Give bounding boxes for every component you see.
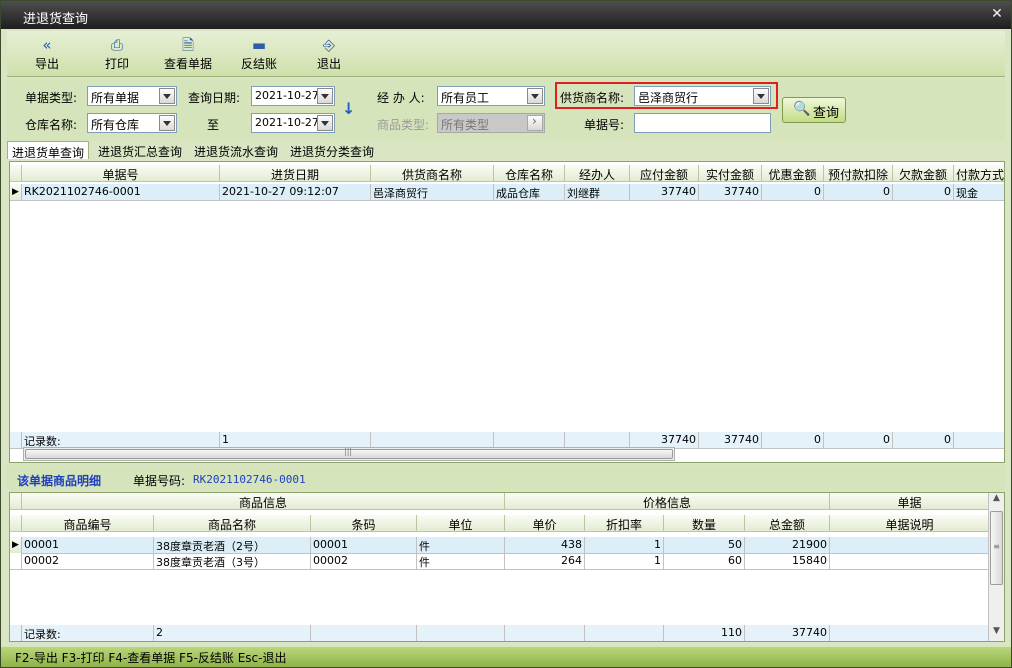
main-window: 进退货查询 ✕ « 导出 ⎙ 打印 🗎 查看单据 ▬ 反结账 ⎆ 退出 单据类型… xyxy=(0,0,1012,668)
col-header[interactable]: 应付金额 xyxy=(630,165,699,182)
row-indicator-header xyxy=(10,165,22,182)
reverse-settlement-button[interactable]: ▬ 反结账 xyxy=(229,35,289,75)
group-header: 单据 xyxy=(830,493,990,510)
supplier-label: 供货商名称: xyxy=(560,91,625,105)
col-header[interactable]: 商品编号 xyxy=(22,515,154,532)
col-header[interactable]: 条码 xyxy=(311,515,417,532)
detail-footer: 记录数: 2 110 37740 xyxy=(10,625,990,641)
minus-icon: ▬ xyxy=(251,36,267,54)
col-header[interactable]: 供货商名称 xyxy=(371,165,494,182)
scrollbar-thumb[interactable] xyxy=(25,447,673,459)
arrow-down-icon[interactable]: ↓ xyxy=(342,99,355,118)
supplier-select[interactable]: 邑泽商贸行 xyxy=(634,86,771,106)
current-row-icon: ▶ xyxy=(10,537,22,554)
chevron-down-icon[interactable] xyxy=(317,115,333,131)
detail-group-header: 商品信息 价格信息 单据 xyxy=(10,493,990,510)
filter-panel: 单据类型: 所有单据 仓库名称: 所有仓库 查询日期: 2021-10-27 至… xyxy=(7,79,1005,141)
col-header[interactable]: 付款方式 xyxy=(954,165,1004,182)
chevron-down-icon[interactable] xyxy=(753,88,769,104)
current-row-icon: ▶ xyxy=(10,184,22,201)
detail-code-value: RK2021102746-0001 xyxy=(193,473,306,486)
search-icon: 🔍 xyxy=(793,101,811,117)
group-header: 商品信息 xyxy=(22,493,505,510)
doc-type-select[interactable]: 所有单据 xyxy=(87,86,177,106)
window-title: 进退货查询 xyxy=(23,12,89,27)
chevron-down-icon[interactable] xyxy=(317,88,333,104)
to-label: 至 xyxy=(207,118,220,132)
col-header[interactable]: 单据说明 xyxy=(830,515,990,532)
col-header[interactable]: 数量 xyxy=(664,515,745,532)
warehouse-label: 仓库名称: xyxy=(25,118,78,132)
close-icon[interactable]: ✕ xyxy=(989,6,1005,22)
doc-type-label: 单据类型: xyxy=(25,91,78,105)
horizontal-scrollbar[interactable] xyxy=(23,447,675,461)
col-header[interactable]: 商品名称 xyxy=(154,515,311,532)
doc-table: 单据号 进货日期 供货商名称 仓库名称 经办人 应付金额 实付金额 优惠金额 预… xyxy=(9,161,1005,463)
table-row[interactable]: ▶ 00001 38度章贡老酒（2号） 00001 件 438 1 50 219… xyxy=(10,537,990,554)
chevron-right-icon xyxy=(527,114,543,131)
col-header[interactable]: 折扣率 xyxy=(585,515,664,532)
scroll-up-icon[interactable]: ▲ xyxy=(989,493,1004,508)
detail-title: 该单据商品明细 xyxy=(17,474,102,488)
printer-icon: ⎙ xyxy=(110,36,123,54)
view-document-button[interactable]: 🗎 查看单据 xyxy=(157,35,219,75)
toolbar: « 导出 ⎙ 打印 🗎 查看单据 ▬ 反结账 ⎆ 退出 xyxy=(7,31,1005,77)
chevron-down-icon[interactable] xyxy=(159,88,175,104)
col-header[interactable]: 预付款扣除 xyxy=(824,165,893,182)
product-type-select: 所有类型 xyxy=(437,113,545,133)
table-header: 单据号 进货日期 供货商名称 仓库名称 经办人 应付金额 实付金额 优惠金额 预… xyxy=(10,165,1004,182)
tab-bar: 进退货单查询 进退货汇总查询 进退货流水查询 进退货分类查询 xyxy=(7,141,1005,160)
scrollbar-thumb[interactable]: ≡ xyxy=(990,511,1003,585)
col-header[interactable]: 单据号 xyxy=(22,165,220,182)
doc-no-input[interactable] xyxy=(634,113,771,133)
col-header[interactable]: 欠款金额 xyxy=(893,165,954,182)
scroll-down-icon[interactable]: ▼ xyxy=(989,626,1004,641)
print-button[interactable]: ⎙ 打印 xyxy=(87,35,147,75)
tab-doc-query[interactable]: 进退货单查询 xyxy=(7,141,89,160)
col-header[interactable]: 优惠金额 xyxy=(762,165,824,182)
exit-button[interactable]: ⎆ 退出 xyxy=(299,35,359,75)
col-header[interactable]: 单位 xyxy=(417,515,505,532)
export-button[interactable]: « 导出 xyxy=(17,35,77,75)
warehouse-select[interactable]: 所有仓库 xyxy=(87,113,177,133)
table-row[interactable]: ▶ RK2021102746-0001 2021-10-27 09:12:07 … xyxy=(10,184,1004,201)
detail-code-label: 单据号码: xyxy=(133,474,186,488)
vertical-scrollbar[interactable]: ▲ ≡ ▼ xyxy=(988,493,1004,641)
group-header: 价格信息 xyxy=(505,493,830,510)
status-bar: F2-导出 F3-打印 F4-查看单据 F5-反结账 Esc-退出 xyxy=(1,647,1011,667)
chevron-down-icon[interactable] xyxy=(159,115,175,131)
col-header[interactable]: 总金额 xyxy=(745,515,830,532)
date-from-picker[interactable]: 2021-10-27 xyxy=(251,86,335,106)
product-type-label: 商品类型: xyxy=(377,118,430,132)
table-row[interactable]: 00002 38度章贡老酒（3号） 00002 件 264 1 60 15840 xyxy=(10,553,990,570)
detail-header: 商品编号 商品名称 条码 单位 单价 折扣率 数量 总金额 单据说明 xyxy=(10,515,990,532)
col-header[interactable]: 单价 xyxy=(505,515,585,532)
query-button[interactable]: 🔍 查询 xyxy=(782,97,846,123)
date-to-picker[interactable]: 2021-10-27 xyxy=(251,113,335,133)
detail-bar: 该单据商品明细 单据号码: RK2021102746-0001 xyxy=(7,465,1005,491)
document-search-icon: 🗎 xyxy=(181,36,195,54)
query-date-label: 查询日期: xyxy=(188,91,241,105)
detail-table: 商品信息 价格信息 单据 商品编号 商品名称 条码 单位 单价 折扣率 数量 总… xyxy=(9,492,1005,642)
col-header[interactable]: 经办人 xyxy=(565,165,630,182)
tab-flow-query[interactable]: 进退货流水查询 xyxy=(189,141,283,159)
title-bar: 进退货查询 ✕ xyxy=(1,1,1011,29)
doc-no-label: 单据号: xyxy=(584,118,625,132)
tab-summary-query[interactable]: 进退货汇总查询 xyxy=(93,141,187,159)
col-header[interactable]: 实付金额 xyxy=(699,165,762,182)
tab-category-query[interactable]: 进退货分类查询 xyxy=(285,141,379,159)
handler-label: 经 办 人: xyxy=(377,91,425,105)
handler-select[interactable]: 所有员工 xyxy=(437,86,545,106)
col-header[interactable]: 进货日期 xyxy=(220,165,371,182)
chevron-down-icon[interactable] xyxy=(527,88,543,104)
col-header[interactable]: 仓库名称 xyxy=(494,165,565,182)
exit-door-icon: ⎆ xyxy=(322,36,335,54)
double-chevron-left-icon: « xyxy=(42,36,52,54)
